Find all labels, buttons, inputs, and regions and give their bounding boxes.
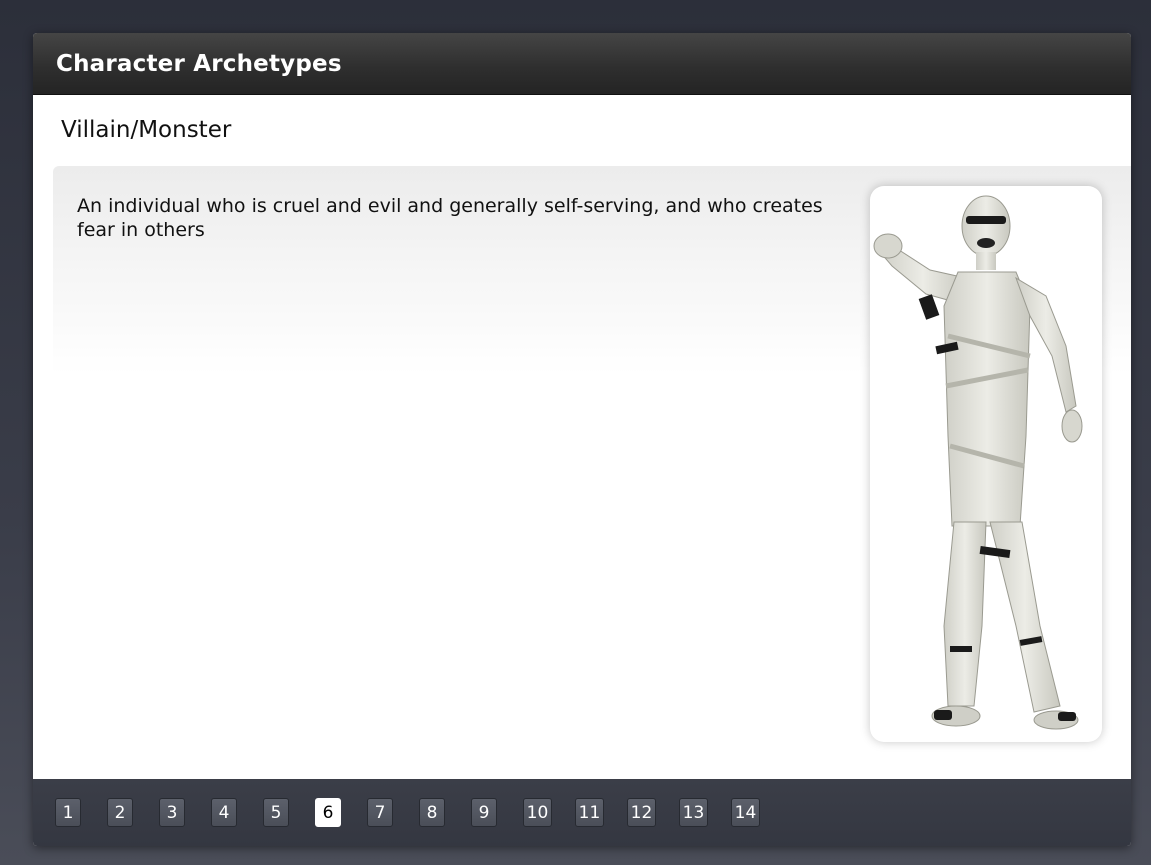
page-button-8[interactable]: 8 <box>419 798 445 827</box>
page-button-3[interactable]: 3 <box>159 798 185 827</box>
page-button-9[interactable]: 9 <box>471 798 497 827</box>
page-button-13[interactable]: 13 <box>679 798 708 827</box>
content-panel: An individual who is cruel and evil and … <box>53 166 1131 779</box>
page-button-10[interactable]: 10 <box>523 798 552 827</box>
page-navigation: 1 2 3 4 5 6 7 8 9 10 11 12 13 14 <box>33 779 1131 846</box>
mummy-illustration <box>873 195 1083 730</box>
slide-window: Character Archetypes Villain/Monster An … <box>33 33 1131 846</box>
window-title: Character Archetypes <box>56 50 342 77</box>
page-button-2[interactable]: 2 <box>107 798 133 827</box>
page-button-4[interactable]: 4 <box>211 798 237 827</box>
page-button-5[interactable]: 5 <box>263 798 289 827</box>
page-button-14[interactable]: 14 <box>731 798 760 827</box>
page-button-12[interactable]: 12 <box>627 798 656 827</box>
mummy-image <box>870 186 1102 742</box>
page-button-7[interactable]: 7 <box>367 798 393 827</box>
page-button-11[interactable]: 11 <box>575 798 604 827</box>
title-bar: Character Archetypes <box>33 33 1131 95</box>
page-button-6-current[interactable]: 6 <box>315 798 341 827</box>
page-button-1[interactable]: 1 <box>55 798 81 827</box>
archetype-description: An individual who is cruel and evil and … <box>77 195 823 241</box>
slide-subtitle: Villain/Monster <box>61 117 232 143</box>
